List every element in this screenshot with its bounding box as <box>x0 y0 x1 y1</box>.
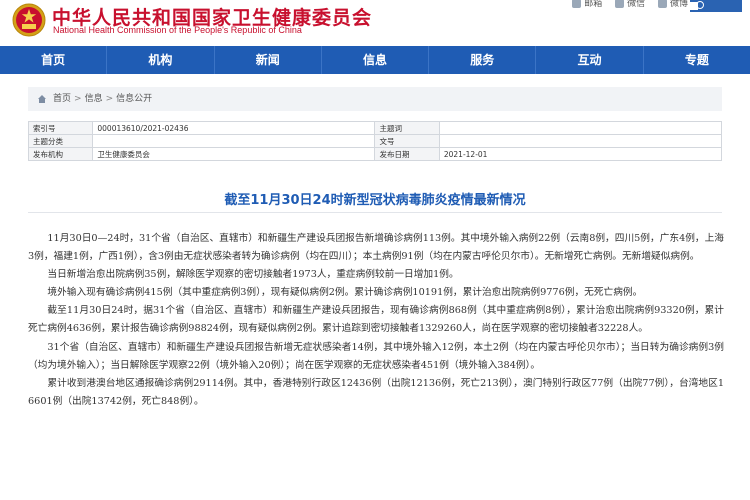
date-label: 发布日期 <box>374 147 440 161</box>
breadcrumb-info[interactable]: 信息 <box>85 94 103 104</box>
main-content: 首页 > 信息 > 信息公开 索引号 000013610/2021-02436 主题词 … <box>27 82 724 500</box>
org-value: 卫生健康委员会 <box>92 147 376 161</box>
date-value: 2021-12-01 <box>438 147 723 161</box>
site-subtitle: National Health Commission of the People… <box>53 25 302 35</box>
top-link-wechat[interactable]: 微信 <box>615 0 645 9</box>
breadcrumb-home[interactable]: 首页 <box>53 94 71 104</box>
article-title: 截至11月30日24时新型冠状病毒肺炎疫情最新情况 <box>224 193 526 208</box>
breadcrumb-separator: > <box>74 94 82 104</box>
breadcrumb-separator: > <box>105 94 114 104</box>
subject-value <box>438 121 723 135</box>
top-links: 邮箱 微信 微博 <box>562 0 688 9</box>
article-body: 11月30日0—24时，31个省（自治区、直辖市）和新疆生产建设兵团报告新增确诊… <box>28 230 724 411</box>
subject-label: 主题词 <box>374 121 440 135</box>
home-icon <box>38 95 46 103</box>
top-link-mail[interactable]: 邮箱 <box>572 0 602 9</box>
table-row: 索引号 000013610/2021-02436 主题词 <box>27 121 723 135</box>
category-value <box>92 134 376 148</box>
nav-item-topics[interactable]: 专题 <box>644 46 750 74</box>
breadcrumb: 首页 > 信息 > 信息公开 <box>28 87 722 111</box>
article-paragraph: 截至11月30日24时，据31个省（自治区、直辖市）和新疆生产建设兵团报告，现有… <box>28 305 724 335</box>
search-button[interactable] <box>688 0 742 12</box>
article-paragraph: 累计收到港澳台地区通报确诊病例29114例。其中，香港特别行政区12436例（出… <box>28 377 724 407</box>
category-label: 主题分类 <box>27 134 94 148</box>
nav-item-interaction[interactable]: 互动 <box>536 46 644 74</box>
org-label: 发布机构 <box>27 147 94 161</box>
nav-item-services[interactable]: 服务 <box>429 46 537 74</box>
article-paragraph: 当日新增治愈出院病例35例，解除医学观察的密切接触者1973人，重症病例较前一日… <box>47 269 459 281</box>
article-paragraph: 境外输入现有确诊病例415例（其中重症病例3例），现有疑似病例2例。累计确诊病例… <box>47 287 643 299</box>
index-value: 000013610/2021-02436 <box>92 121 376 135</box>
article-paragraph: 31个省（自治区、直辖市）和新疆生产建设兵团报告新增无症状感染者14例，其中境外… <box>28 341 724 371</box>
nav-item-news[interactable]: 新闻 <box>215 46 322 74</box>
table-row: 发布机构 卫生健康委员会 发布日期 2021-12-01 <box>27 147 723 161</box>
nav-item-organization[interactable]: 机构 <box>107 46 215 74</box>
title-divider <box>28 212 722 213</box>
nav-item-home[interactable]: 首页 <box>0 46 108 74</box>
wechat-icon <box>615 0 625 8</box>
document-meta-table: 索引号 000013610/2021-02436 主题词 主题分类 文号 发布机… <box>27 121 723 161</box>
article-paragraph: 11月30日0—24时，31个省（自治区、直辖市）和新疆生产建设兵团报告新增确诊… <box>28 233 724 263</box>
docnum-value <box>438 134 723 148</box>
table-row: 主题分类 文号 <box>27 134 723 148</box>
top-link-weibo[interactable]: 微博 <box>657 0 688 9</box>
national-emblem-icon[interactable] <box>12 3 46 37</box>
docnum-label: 文号 <box>374 134 440 148</box>
mail-icon <box>572 0 582 8</box>
breadcrumb-public-info[interactable]: 信息公开 <box>116 94 152 104</box>
search-icon <box>696 1 704 9</box>
nav-item-information[interactable]: 信息 <box>322 46 430 74</box>
site-header: 中华人民共和国国家卫生健康委员会 National Health Commiss… <box>0 0 750 46</box>
weibo-icon <box>657 0 667 8</box>
index-label: 索引号 <box>27 121 94 135</box>
main-nav: 首页 机构 新闻 信息 服务 互动 专题 <box>0 46 750 74</box>
